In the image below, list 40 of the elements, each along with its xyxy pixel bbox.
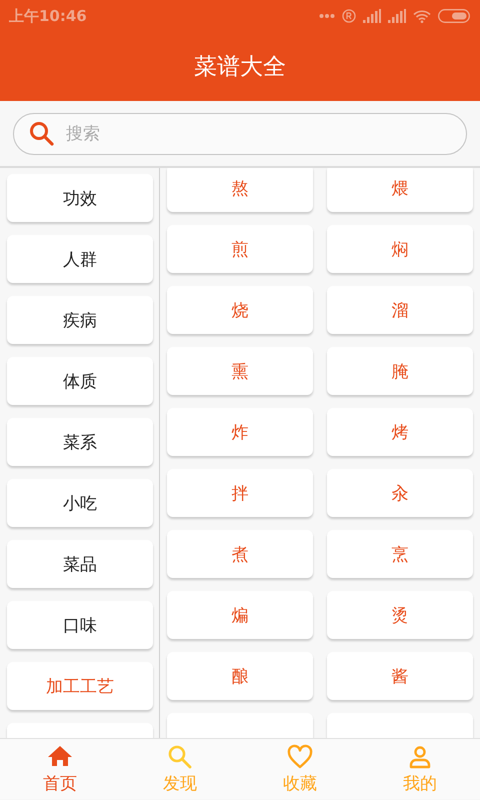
method-item[interactable]: 拌 — [167, 469, 313, 517]
category-item[interactable]: 疾病 — [7, 296, 153, 344]
category-item[interactable]: 体质 — [7, 357, 153, 405]
page-title: 菜谱大全 — [194, 53, 286, 82]
method-item[interactable]: 煎 — [167, 225, 313, 273]
method-item[interactable]: 酿 — [167, 652, 313, 700]
category-item[interactable]: 加工工艺 — [7, 662, 153, 710]
method-item[interactable]: 烫 — [327, 591, 473, 639]
method-item[interactable]: 烤 — [327, 408, 473, 456]
method-item[interactable]: 溜 — [327, 286, 473, 334]
wifi-icon — [413, 10, 431, 22]
person-icon — [407, 744, 433, 770]
heart-icon — [287, 744, 313, 770]
method-item[interactable]: 腌 — [327, 347, 473, 395]
battery-icon — [438, 9, 470, 23]
method-item[interactable]: 熏 — [167, 347, 313, 395]
signal-icon — [388, 9, 406, 23]
method-item[interactable]: 煮 — [167, 530, 313, 578]
method-item[interactable]: 煸 — [167, 591, 313, 639]
category-item[interactable]: 口味 — [7, 601, 153, 649]
category-item[interactable]: 菜系 — [7, 418, 153, 466]
method-item[interactable]: 焖 — [327, 225, 473, 273]
search-icon — [167, 744, 193, 770]
status-time: 上午10:46 — [9, 6, 87, 26]
method-item[interactable]: 炸 — [167, 408, 313, 456]
tab-item[interactable]: 首页 — [0, 739, 120, 799]
category-item[interactable]: 菜品 — [7, 540, 153, 588]
method-item[interactable]: 烹 — [327, 530, 473, 578]
registered-icon — [342, 9, 356, 23]
category-item[interactable]: 小吃 — [7, 479, 153, 527]
more-dots-icon — [319, 13, 335, 19]
method-item[interactable]: 酱 — [327, 652, 473, 700]
method-item[interactable]: 汆 — [327, 469, 473, 517]
search-field[interactable]: 搜索 — [13, 112, 467, 154]
category-item[interactable]: 功效 — [7, 174, 153, 222]
category-item[interactable]: 人群 — [7, 235, 153, 283]
method-item[interactable]: 煨 — [327, 168, 473, 212]
signal-icon — [363, 9, 381, 23]
method-item[interactable]: 烧 — [167, 286, 313, 334]
method-item[interactable]: 熬 — [167, 168, 313, 212]
